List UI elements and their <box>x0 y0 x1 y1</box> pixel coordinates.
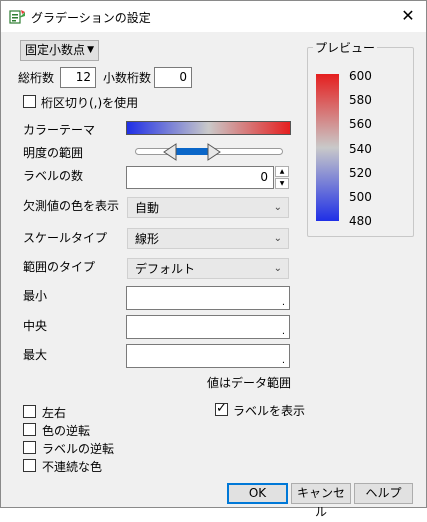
preview-tick-label: 580 <box>349 93 372 108</box>
close-icon[interactable]: ✕ <box>396 5 420 27</box>
range-type-value: デフォルト <box>135 262 196 276</box>
range-type-label: 範囲のタイプ <box>23 260 96 274</box>
label-count-value: 0 <box>260 170 268 184</box>
center-value: . <box>281 326 285 337</box>
show-labels-label: ラベルを表示 <box>233 404 306 418</box>
chevron-down-icon: ⌄ <box>273 202 282 213</box>
reverse-colors-checkbox[interactable] <box>23 423 36 436</box>
left-right-checkbox[interactable] <box>23 405 36 418</box>
preview-tick-label: 500 <box>349 190 372 204</box>
spin-down-icon[interactable]: ▼ <box>275 178 289 189</box>
color-theme-swatch[interactable] <box>126 121 291 135</box>
ok-button[interactable]: OK <box>227 483 288 504</box>
range-note: 値はデータ範囲 <box>207 376 292 390</box>
min-label: 最小 <box>23 289 48 303</box>
slider-right-handle[interactable] <box>207 143 221 161</box>
preview-title: プレビュー <box>313 39 378 56</box>
decimal-digits-input[interactable]: 0 <box>154 67 192 88</box>
max-label: 最大 <box>23 348 48 362</box>
discrete-colors-label: 不連続な色 <box>42 460 103 474</box>
chevron-down-icon: ⌄ <box>273 263 282 274</box>
brightness-range-label: 明度の範囲 <box>23 146 84 160</box>
slider-left-handle[interactable] <box>163 143 177 161</box>
color-theme-label: カラーテーマ <box>23 123 96 137</box>
preview-tick-label: 520 <box>349 165 372 180</box>
window-title: グラデーションの設定 <box>31 11 151 25</box>
preview-tick-label: 600 <box>349 69 372 83</box>
decimal-digits-label: 小数桁数 <box>103 71 152 85</box>
preview-tick-label: 560 <box>349 117 372 132</box>
label-count-spinner[interactable]: ▲ ▼ <box>275 166 289 189</box>
scale-type-label: スケールタイプ <box>23 231 108 245</box>
label-count-input[interactable]: 0 <box>126 166 274 189</box>
discrete-colors-checkbox[interactable] <box>23 459 36 472</box>
max-input[interactable]: . <box>126 344 290 368</box>
missing-color-select[interactable]: 自動 ⌄ <box>127 197 289 218</box>
chevron-down-icon: ▼ <box>87 45 94 55</box>
min-value: . <box>281 297 285 308</box>
reverse-colors-label: 色の逆転 <box>42 424 91 438</box>
brightness-range-slider[interactable] <box>135 143 283 161</box>
chevron-down-icon: ⌄ <box>273 233 282 244</box>
scale-type-select[interactable]: 線形 ⌄ <box>127 228 289 249</box>
total-digits-label: 総桁数 <box>18 71 55 85</box>
reverse-labels-checkbox[interactable] <box>23 441 36 454</box>
preview-tick-label: 540 <box>349 141 372 156</box>
decimal-digits-value: 0 <box>179 70 187 84</box>
min-input[interactable]: . <box>126 286 290 310</box>
thousands-separator-checkbox[interactable] <box>23 95 36 108</box>
label-count-label: ラベルの数 <box>23 169 84 183</box>
cancel-button[interactable]: キャンセル <box>291 483 351 519</box>
format-dropdown-value: 固定小数点 <box>25 43 86 57</box>
center-label: 中央 <box>23 319 48 333</box>
preview-tick-label: 480 <box>349 214 372 229</box>
gradient-settings-icon <box>9 10 25 24</box>
show-labels-checkbox[interactable] <box>215 401 228 416</box>
thousands-separator-label: 桁区切り(,)を使用 <box>41 96 139 110</box>
slider-selected-range <box>173 148 211 155</box>
gradient-settings-dialog: グラデーションの設定 ✕ 固定小数点 ▼ 総桁数 12 小数桁数 0 桁区切り(… <box>0 0 427 519</box>
preview-color-bar <box>316 74 339 221</box>
missing-color-value: 自動 <box>135 201 160 215</box>
range-type-select[interactable]: デフォルト ⌄ <box>127 258 289 279</box>
format-dropdown[interactable]: 固定小数点 ▼ <box>20 40 99 61</box>
title-bar: グラデーションの設定 ✕ <box>1 1 426 32</box>
scale-type-value: 線形 <box>135 232 160 246</box>
center-input[interactable]: . <box>126 315 290 339</box>
missing-color-label: 欠測値の色を表示 <box>23 199 120 213</box>
spin-up-icon[interactable]: ▲ <box>275 166 289 177</box>
total-digits-value: 12 <box>75 70 91 84</box>
help-button[interactable]: ヘルプ <box>354 483 413 504</box>
max-value: . <box>281 355 285 366</box>
reverse-labels-label: ラベルの逆転 <box>42 442 115 456</box>
total-digits-input[interactable]: 12 <box>60 67 96 88</box>
left-right-label: 左右 <box>42 406 67 420</box>
